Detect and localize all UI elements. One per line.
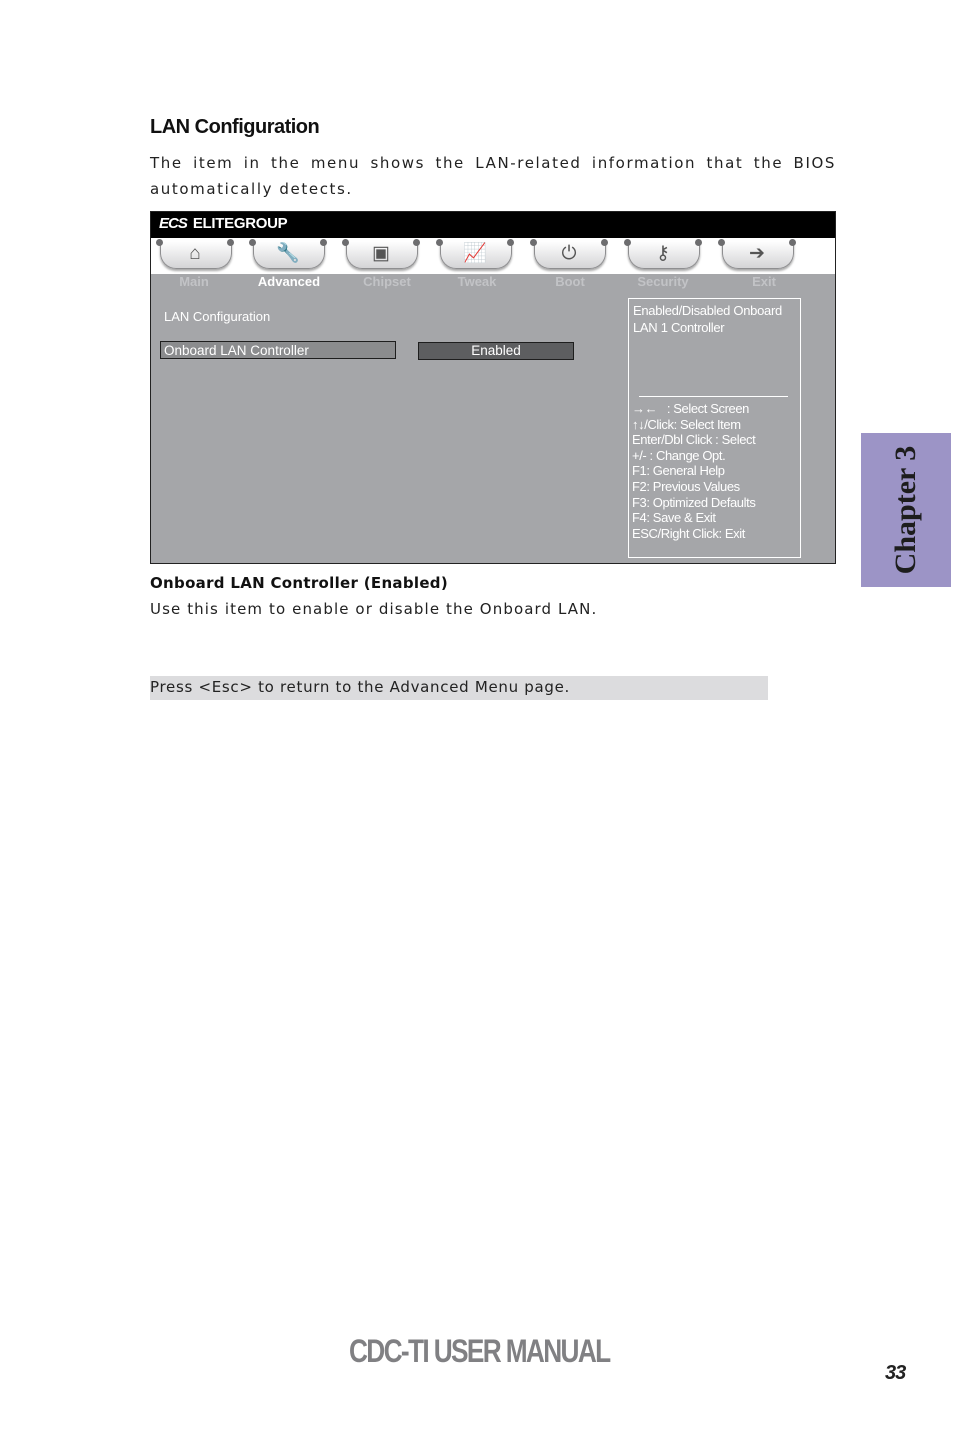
key-hint: +/- : Change Opt. <box>632 447 726 463</box>
tab-tweak[interactable]: 📈 <box>436 238 514 272</box>
intro-line-2: automatically detects. <box>150 180 353 198</box>
key-hint: →← : Select Screen <box>632 401 749 416</box>
tab-boot[interactable]: ⏻ <box>530 238 608 272</box>
item-title: Onboard LAN Controller (Enabled) <box>150 574 448 592</box>
section-intro: The item in the menu shows the LAN-relat… <box>150 150 836 202</box>
bios-title-bar: ECS ELITEGROUP <box>151 212 835 238</box>
bios-screenshot: ECS ELITEGROUP ⌂ 🔧 ▣ 📈 ⏻ ⚷ ➔ Main Advance… <box>150 211 836 564</box>
key-hint: F2: Previous Values <box>632 478 740 494</box>
chapter-label: Chapter 3 <box>889 445 922 575</box>
tab-advanced[interactable]: 🔧 <box>249 238 327 272</box>
brand-logo: ECS ELITEGROUP <box>159 215 288 232</box>
tab-main[interactable]: ⌂ <box>156 238 234 272</box>
return-note: Press <Esc> to return to the Advanced Me… <box>150 676 768 700</box>
bios-tab-strip: ⌂ 🔧 ▣ 📈 ⏻ ⚷ ➔ <box>151 238 835 274</box>
chart-icon: 📈 <box>463 243 487 264</box>
manual-title: CDC-TI USER MANUAL <box>349 1333 611 1369</box>
power-icon: ⏻ <box>561 243 577 264</box>
tab-label-tweak[interactable]: Tweak <box>432 274 522 289</box>
onboard-lan-controller-item[interactable]: Onboard LAN Controller <box>160 341 396 359</box>
chip-icon: ▣ <box>372 243 390 264</box>
tab-exit[interactable]: ➔ <box>718 238 796 272</box>
exit-door-icon: ➔ <box>749 243 765 264</box>
home-icon: ⌂ <box>189 243 201 264</box>
ecs-logo-icon: ECS <box>159 215 188 232</box>
wrench-icon: 🔧 <box>276 243 300 264</box>
key-hint: F3: Optimized Defaults <box>632 494 756 510</box>
tab-chipset[interactable]: ▣ <box>342 238 420 272</box>
key-hint: ESC/Right Click: Exit <box>632 525 745 541</box>
tab-label-main[interactable]: Main <box>149 274 239 289</box>
key-hint: F1: General Help <box>632 463 725 479</box>
tab-security[interactable]: ⚷ <box>624 238 702 272</box>
tab-label-chipset[interactable]: Chipset <box>342 274 432 289</box>
key-hint: Enter/Dbl Click : Select <box>632 432 756 448</box>
key-icon: ⚷ <box>656 243 670 264</box>
tab-label-exit[interactable]: Exit <box>719 274 809 289</box>
item-description: Use this item to enable or disable the O… <box>150 600 598 618</box>
help-panel: Enabled/Disabled Onboard LAN 1 Controlle… <box>628 298 801 558</box>
intro-line-1: The item in the menu shows the LAN-relat… <box>150 154 836 172</box>
tab-labels: Main Advanced Chipset Tweak Boot Securit… <box>151 274 835 292</box>
key-hint: F4: Save & Exit <box>632 510 716 526</box>
tab-label-boot[interactable]: Boot <box>525 274 615 289</box>
tab-label-advanced[interactable]: Advanced <box>244 274 334 289</box>
help-description: Enabled/Disabled Onboard LAN 1 Controlle… <box>633 303 782 335</box>
page-number: 33 <box>885 1362 906 1384</box>
onboard-lan-controller-value[interactable]: Enabled <box>418 342 574 360</box>
bios-page-heading: LAN Configuration <box>164 309 271 324</box>
section-title: LAN Configuration <box>150 116 320 138</box>
help-divider <box>639 396 788 397</box>
tab-label-security[interactable]: Security <box>618 274 708 289</box>
key-hint: ↑↓/Click: Select Item <box>632 416 741 432</box>
key-legend: →← : Select Screen ↑↓/Click: Select Item… <box>632 401 756 541</box>
chapter-tab: Chapter 3 <box>861 433 951 587</box>
brand-name: ELITEGROUP <box>192 215 288 232</box>
